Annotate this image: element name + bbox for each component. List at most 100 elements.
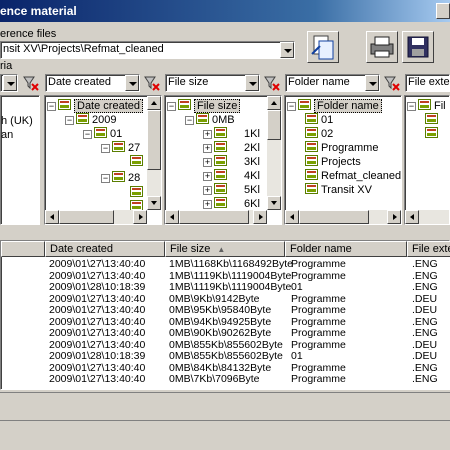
table-row[interactable]: 2009\01\28\10:18:39 1MB\1119Kb\1119004Byt… [1, 282, 450, 293]
tree-item[interactable] [425, 127, 441, 141]
scroll-thumb[interactable] [147, 110, 161, 170]
tree-item[interactable] [130, 155, 146, 169]
tree-item[interactable]: 01 [305, 113, 333, 127]
scroll-thumb[interactable] [267, 110, 281, 140]
tree-item[interactable]: Transit XV [305, 183, 372, 197]
tree-pane-date-created[interactable]: − Date created −2009 −01 −27 −28 [44, 95, 162, 225]
tree-root[interactable]: − Fil [407, 99, 446, 113]
scroll-thumb[interactable] [179, 210, 249, 224]
scroll-left-button[interactable] [285, 210, 299, 224]
horizontal-scrollbar[interactable] [285, 210, 401, 224]
clear-filter-button-3[interactable] [383, 74, 401, 92]
table-row[interactable]: 2009\01\27\13:40:40 0MB\95Kb\95840Byte Pro… [1, 305, 450, 316]
tree-item[interactable]: +2Kl [203, 141, 260, 155]
tree-item[interactable]: +3Kl [203, 155, 260, 169]
chevron-down-icon[interactable] [125, 75, 139, 91]
scroll-down-button[interactable] [147, 196, 161, 210]
tree-item[interactable]: h (UK) [1, 115, 33, 128]
table-row[interactable]: 2009\01\27\13:40:40 0MB\9Kb\9142Byte Progr… [1, 294, 450, 305]
clear-filter-icon [384, 76, 400, 91]
tree-root[interactable]: − File size [167, 99, 241, 113]
chevron-down-icon[interactable] [245, 75, 259, 91]
scroll-thumb[interactable] [59, 210, 114, 224]
title-bar[interactable]: ence material [0, 0, 450, 22]
column-header-0[interactable] [1, 241, 45, 257]
table-row[interactable]: 2009\01\27\13:40:40 1MB\1119Kb\1119004Byt… [1, 271, 450, 282]
column-header-file-extension[interactable]: File extens [407, 241, 450, 257]
table-row[interactable]: 2009\01\27\13:40:40 1MB\1168Kb\1168492Byt… [1, 259, 450, 270]
tree-item[interactable]: +4Kl [203, 169, 260, 183]
scroll-right-button[interactable] [387, 210, 401, 224]
table-row[interactable]: 2009\01\27\13:40:40 0MB\94Kb\94925Byte Pro… [1, 317, 450, 328]
chevron-down-icon[interactable] [280, 42, 294, 58]
scroll-left-button[interactable] [165, 210, 179, 224]
ref-path-combo[interactable]: nsit XV\Projects\Refmat_cleaned [0, 41, 295, 59]
table-cell: 0MB\94Kb\94925Byte [169, 316, 272, 328]
tree-item[interactable]: an [1, 129, 13, 142]
column-header-file-size[interactable]: File size ▲ [165, 241, 285, 257]
chevron-down-icon[interactable] [3, 75, 17, 91]
vertical-scrollbar[interactable] [147, 96, 161, 210]
vertical-scrollbar[interactable] [267, 96, 281, 210]
folder-icon [305, 183, 318, 194]
scroll-down-button[interactable] [267, 196, 281, 210]
horizontal-scrollbar[interactable] [45, 210, 147, 224]
results-grid[interactable]: Date created File size ▲ Folder name Fil… [0, 240, 450, 390]
column-header-date-created[interactable]: Date created [45, 241, 165, 257]
clear-filter-button-0[interactable] [22, 74, 40, 92]
tree-item[interactable] [425, 113, 441, 127]
tree-item[interactable]: −28 [101, 171, 140, 185]
scroll-left-button[interactable] [45, 210, 59, 224]
tree-item[interactable]: −01 [83, 127, 122, 141]
table-cell: 0MB\855Kb\855602Byte [169, 351, 283, 362]
scroll-right-button[interactable] [133, 210, 147, 224]
scroll-left-button[interactable] [405, 210, 419, 224]
table-row[interactable]: 2009\01\27\13:40:40 0MB\84Kb\84132Byte Pro… [1, 363, 450, 374]
horizontal-scrollbar[interactable] [165, 210, 267, 224]
save-button[interactable] [402, 31, 434, 63]
tree-item[interactable]: −27 [101, 141, 140, 155]
tree-root[interactable]: − Date created [47, 99, 143, 113]
scroll-up-button[interactable] [267, 96, 281, 110]
scroll-right-button[interactable] [253, 210, 267, 224]
column-header-file-size-label: File size [170, 243, 211, 255]
print-button[interactable] [366, 31, 398, 63]
criteria-combo-3[interactable]: Folder name [285, 74, 380, 92]
tree-pane-file-size[interactable]: − File size −0MB +1Kl +2Kl +3Kl +4Kl +5Kl… [164, 95, 282, 225]
tree-pane-0[interactable]: h (UK) an [0, 95, 40, 225]
clear-filter-button-1[interactable] [143, 74, 161, 92]
criteria-combo-0[interactable] [0, 74, 18, 92]
criteria-combo-4[interactable]: File extens [405, 74, 450, 92]
tree-item[interactable]: Projects [305, 155, 361, 169]
table-row[interactable]: 2009\01\27\13:40:40 0MB\7Kb\7096Byte Progr… [1, 374, 450, 385]
tree-item[interactable]: +5Kl [203, 183, 260, 197]
table-row[interactable]: 2009\01\27\13:40:40 0MB\90Kb\90262Byte Pro… [1, 328, 450, 339]
chevron-down-icon[interactable] [365, 75, 379, 91]
clear-filter-button-2[interactable] [263, 74, 281, 92]
copy-files-button[interactable] [307, 31, 339, 63]
tree-item-label: 28 [128, 172, 141, 184]
tree-item[interactable] [130, 186, 146, 200]
scroll-up-button[interactable] [147, 96, 161, 110]
column-header-folder-name[interactable]: Folder name [285, 241, 407, 257]
tree-root-label: Date created [74, 99, 143, 113]
criteria-combo-2[interactable]: File size [165, 74, 260, 92]
tree-item[interactable]: −0MB [185, 113, 235, 127]
close-button[interactable] [436, 3, 450, 19]
tree-item[interactable]: −2009 [65, 113, 116, 127]
table-row[interactable]: 2009\01\28\10:18:39 0MB\855Kb\855602Byte 0… [1, 351, 450, 362]
tree-item[interactable]: +1Kl [203, 127, 260, 141]
tree-item[interactable]: Refmat_cleaned [305, 169, 401, 183]
criteria-combo-2-value: File size [168, 76, 209, 88]
table-cell: 2009\01\27\13:40:40 [49, 270, 146, 282]
tree-item[interactable]: +6Kl [203, 197, 260, 211]
tree-item[interactable]: 02 [305, 127, 333, 141]
horizontal-scrollbar[interactable] [405, 210, 449, 224]
tree-root[interactable]: − Folder name [287, 99, 382, 113]
tree-pane-file-extension[interactable]: − Fil [404, 95, 450, 225]
tree-item[interactable]: Programme [305, 141, 378, 155]
tree-pane-folder-name[interactable]: − Folder name 01 02 Programme Projects Re… [284, 95, 402, 225]
table-row[interactable]: 2009\01\27\13:40:40 0MB\855Kb\855602Byte P… [1, 340, 450, 351]
criteria-combo-1[interactable]: Date created [45, 74, 140, 92]
scroll-thumb[interactable] [299, 210, 369, 224]
